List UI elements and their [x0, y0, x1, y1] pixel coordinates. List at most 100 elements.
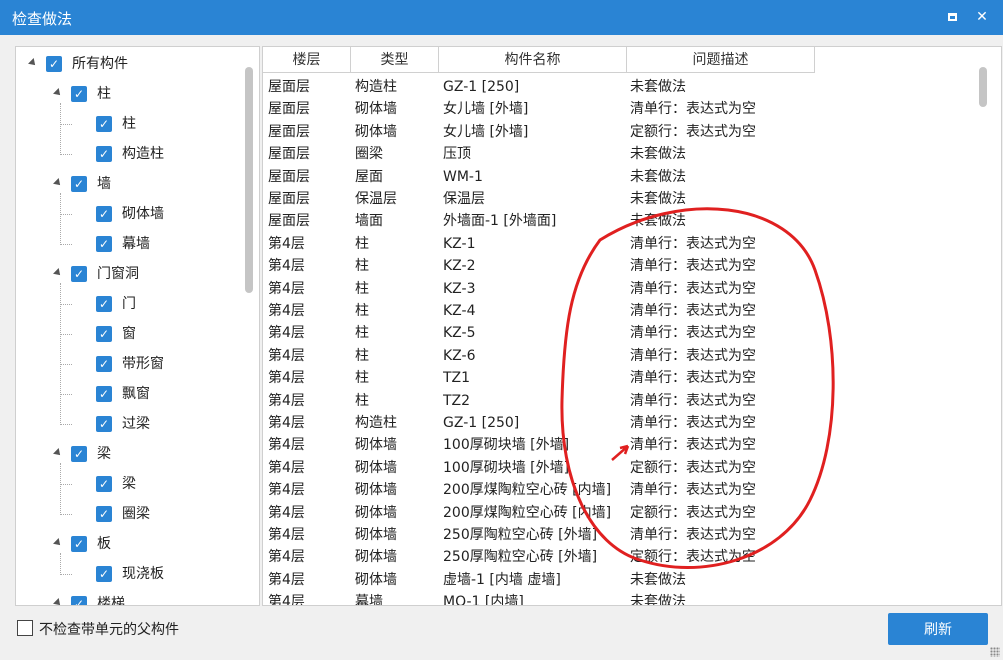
cell-type: 屋面	[355, 168, 383, 185]
table-row[interactable]: 第4层 砌体墙 虚墙-1 [内墙 虚墙] 未套做法	[263, 569, 963, 591]
cell-floor: 第4层	[268, 258, 305, 275]
table-row[interactable]: 第4层 砌体墙 250厚陶粒空心砖 [外墙] 定额行：表达式为空	[263, 546, 963, 568]
checkbox-checked-icon[interactable]: ✓	[71, 446, 87, 462]
cell-issue: 定额行：表达式为空	[630, 504, 756, 521]
column-header-issue[interactable]: 问题描述	[627, 47, 815, 73]
refresh-button[interactable]: 刷新	[888, 613, 988, 645]
column-header-type[interactable]: 类型	[351, 47, 439, 73]
tree-item[interactable]: ✓ 所有构件	[16, 53, 236, 75]
tree-item[interactable]: ✓ 门窗洞	[16, 263, 236, 285]
expand-toggle-icon[interactable]	[53, 268, 63, 278]
tree-item[interactable]: ✓ 飘窗	[16, 383, 236, 405]
cell-floor: 第4层	[268, 459, 305, 476]
cell-floor: 第4层	[268, 527, 305, 543]
table-row[interactable]: 第4层 砌体墙 200厚煤陶粒空心砖 [内墙] 定额行：表达式为空	[263, 502, 963, 524]
table-row[interactable]: 第4层 柱 KZ-3 清单行：表达式为空	[263, 278, 963, 300]
cell-component-name: 250厚陶粒空心砖 [外墙]	[443, 549, 598, 566]
column-header-component-name[interactable]: 构件名称	[439, 47, 627, 73]
tree-item[interactable]: ✓ 砌体墙	[16, 203, 236, 225]
checkbox-checked-icon[interactable]: ✓	[96, 506, 112, 522]
expand-toggle-icon[interactable]	[53, 538, 63, 548]
checkbox-checked-icon[interactable]: ✓	[96, 326, 112, 342]
cell-component-name: 200厚煤陶粒空心砖 [内墙]	[443, 482, 612, 499]
tree-item-label: 柱	[97, 86, 111, 102]
checkbox-checked-icon[interactable]: ✓	[96, 386, 112, 402]
tree-item[interactable]: ✓ 幕墙	[16, 233, 236, 255]
tree-item[interactable]: ✓ 圈梁	[16, 503, 236, 525]
table-row[interactable]: 屋面层 屋面 WM-1 未套做法	[263, 166, 963, 188]
checkbox-checked-icon[interactable]: ✓	[96, 476, 112, 492]
checkbox-checked-icon[interactable]: ✓	[71, 536, 87, 552]
table-row[interactable]: 屋面层 砌体墙 女儿墙 [外墙] 定额行：表达式为空	[263, 121, 963, 143]
maximize-icon[interactable]	[940, 6, 964, 28]
tree-item[interactable]: ✓ 带形窗	[16, 353, 236, 375]
cell-floor: 第4层	[268, 280, 305, 297]
table-row[interactable]: 屋面层 墙面 外墙面-1 [外墙面] 未套做法	[263, 210, 963, 232]
checkbox-checked-icon[interactable]: ✓	[96, 236, 112, 252]
tree-item[interactable]: ✓ 门	[16, 293, 236, 315]
tree-item[interactable]: ✓ 构造柱	[16, 143, 236, 165]
table-row[interactable]: 第4层 柱 KZ-5 清单行：表达式为空	[263, 322, 963, 344]
tree-item[interactable]: ✓ 板	[16, 533, 236, 555]
table-row[interactable]: 第4层 柱 KZ-4 清单行：表达式为空	[263, 300, 963, 322]
cell-component-name: 外墙面-1 [外墙面]	[443, 213, 557, 230]
tree-connector	[60, 334, 72, 335]
expand-toggle-icon[interactable]	[53, 88, 63, 98]
checkbox-checked-icon[interactable]: ✓	[71, 86, 87, 102]
tree-item[interactable]: ✓ 过梁	[16, 413, 236, 435]
tree-item[interactable]: ✓ 墙	[16, 173, 236, 195]
cell-issue: 清单行：表达式为空	[630, 347, 756, 364]
table-row[interactable]: 屋面层 圈梁 压顶 未套做法	[263, 143, 963, 165]
expand-toggle-icon[interactable]	[53, 448, 63, 458]
table-row[interactable]: 第4层 柱 TZ2 清单行：表达式为空	[263, 390, 963, 412]
checkbox-checked-icon[interactable]: ✓	[96, 356, 112, 372]
table-row[interactable]: 第4层 幕墙 MQ-1 [内墙] 未套做法	[263, 591, 963, 605]
tree-item[interactable]: ✓ 柱	[16, 113, 236, 135]
cell-type: 砌体墙	[355, 101, 397, 118]
table-row[interactable]: 第4层 砌体墙 250厚陶粒空心砖 [外墙] 清单行：表达式为空	[263, 524, 963, 546]
skip-parent-checkbox[interactable]	[17, 620, 33, 636]
expand-toggle-icon[interactable]	[53, 178, 63, 188]
table-row[interactable]: 第4层 砌体墙 100厚砌块墙 [外墙] 清单行：表达式为空	[263, 434, 963, 456]
checkbox-checked-icon[interactable]: ✓	[96, 146, 112, 162]
tree-item[interactable]: ✓ 梁	[16, 443, 236, 465]
checkbox-checked-icon[interactable]: ✓	[71, 266, 87, 282]
tree-scrollbar[interactable]	[245, 67, 253, 293]
table-row[interactable]: 第4层 砌体墙 200厚煤陶粒空心砖 [内墙] 清单行：表达式为空	[263, 479, 963, 501]
table-row[interactable]: 第4层 柱 KZ-2 清单行：表达式为空	[263, 255, 963, 277]
expand-toggle-icon[interactable]	[28, 58, 38, 68]
checkbox-checked-icon[interactable]: ✓	[96, 566, 112, 582]
table-row[interactable]: 屋面层 砌体墙 女儿墙 [外墙] 清单行：表达式为空	[263, 98, 963, 120]
checkbox-checked-icon[interactable]: ✓	[96, 416, 112, 432]
tree-item-label: 飘窗	[122, 386, 150, 402]
table-row[interactable]: 第4层 砌体墙 100厚砌块墙 [外墙] 定额行：表达式为空	[263, 457, 963, 479]
checkbox-checked-icon[interactable]: ✓	[96, 116, 112, 132]
tree-item[interactable]: ✓ 楼梯	[16, 593, 236, 605]
tree-item[interactable]: ✓ 柱	[16, 83, 236, 105]
table-row[interactable]: 第4层 构造柱 GZ-1 [250] 清单行：表达式为空	[263, 412, 963, 434]
table-row[interactable]: 屋面层 保温层 保温层 未套做法	[263, 188, 963, 210]
table-row[interactable]: 第4层 柱 TZ1 清单行：表达式为空	[263, 367, 963, 389]
expand-toggle-icon[interactable]	[53, 598, 63, 605]
close-icon[interactable]: ✕	[970, 6, 994, 28]
cell-issue: 未套做法	[630, 571, 686, 588]
cell-component-name: 100厚砌块墙 [外墙]	[443, 437, 570, 454]
checkbox-checked-icon[interactable]: ✓	[96, 206, 112, 222]
tree-item-label: 构造柱	[122, 146, 164, 162]
tree-item[interactable]: ✓ 梁	[16, 473, 236, 495]
component-tree: ✓ 所有构件 ✓ 柱 ✓ 柱 ✓ 构造柱 ✓ 墙 ✓ 砌体墙 ✓ 幕墙 ✓ 门窗洞 ✓ 门 ✓ 窗 ✓ 带形窗 ✓ 飘窗 ✓ 过梁…	[15, 46, 260, 606]
checkbox-checked-icon[interactable]: ✓	[96, 296, 112, 312]
checkbox-checked-icon[interactable]: ✓	[46, 56, 62, 72]
tree-item-label: 现浇板	[122, 566, 164, 582]
table-scrollbar[interactable]	[979, 67, 987, 107]
resize-grip-icon[interactable]	[990, 647, 1000, 657]
checkbox-checked-icon[interactable]: ✓	[71, 596, 87, 605]
table-row[interactable]: 屋面层 构造柱 GZ-1 [250] 未套做法	[263, 76, 963, 98]
cell-component-name: KZ-6	[443, 347, 476, 364]
column-header-floor[interactable]: 楼层	[263, 47, 351, 73]
table-row[interactable]: 第4层 柱 KZ-1 清单行：表达式为空	[263, 233, 963, 255]
table-row[interactable]: 第4层 柱 KZ-6 清单行：表达式为空	[263, 345, 963, 367]
tree-item[interactable]: ✓ 现浇板	[16, 563, 236, 585]
checkbox-checked-icon[interactable]: ✓	[71, 176, 87, 192]
tree-item[interactable]: ✓ 窗	[16, 323, 236, 345]
